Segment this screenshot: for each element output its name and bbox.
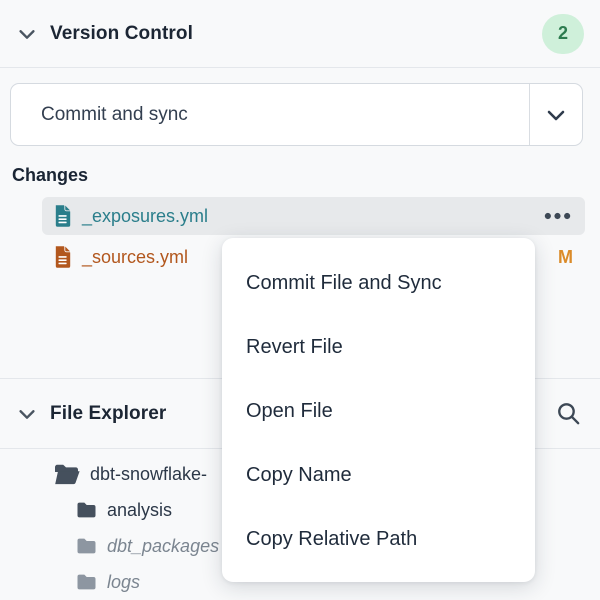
version-control-title: Version Control bbox=[50, 23, 193, 45]
changes-count-badge: 2 bbox=[542, 14, 584, 54]
folder-open-icon bbox=[54, 464, 80, 485]
menu-item-open-file[interactable]: Open File bbox=[222, 379, 535, 443]
tree-item-label[interactable]: dbt_packages bbox=[107, 536, 219, 557]
modified-status-badge: M bbox=[558, 247, 573, 268]
row-actions-ellipsis-icon[interactable] bbox=[542, 208, 573, 224]
folder-icon bbox=[76, 501, 97, 519]
file-name[interactable]: _exposures.yml bbox=[82, 206, 208, 227]
menu-item-copy-name[interactable]: Copy Name bbox=[222, 443, 535, 507]
tree-item-label[interactable]: dbt-snowflake- bbox=[90, 464, 207, 485]
tree-item-label[interactable]: logs bbox=[107, 572, 140, 593]
menu-item-copy-relative-path[interactable]: Copy Relative Path bbox=[222, 507, 535, 571]
folder-icon bbox=[76, 573, 97, 591]
tree-item-label[interactable]: analysis bbox=[107, 500, 172, 521]
yaml-file-icon bbox=[54, 205, 72, 227]
menu-item-commit-file-and-sync[interactable]: Commit File and Sync bbox=[222, 251, 535, 315]
file-explorer-title: File Explorer bbox=[50, 403, 166, 425]
menu-item-revert-file[interactable]: Revert File bbox=[222, 315, 535, 379]
folder-icon bbox=[76, 537, 97, 555]
chevron-down-icon[interactable] bbox=[16, 23, 38, 45]
file-name[interactable]: _sources.yml bbox=[82, 247, 188, 268]
chevron-down-icon[interactable] bbox=[16, 403, 38, 425]
chevron-down-icon bbox=[544, 103, 568, 127]
commit-sync-select[interactable]: Commit and sync bbox=[10, 83, 583, 146]
changes-label: Changes bbox=[12, 165, 88, 186]
search-icon[interactable] bbox=[553, 398, 584, 429]
changed-file-row-exposures[interactable]: _exposures.yml bbox=[42, 197, 585, 235]
commit-sync-selected-value[interactable]: Commit and sync bbox=[11, 84, 529, 145]
version-control-section-header[interactable]: Version Control 2 bbox=[0, 0, 600, 68]
commit-sync-dropdown-toggle[interactable] bbox=[529, 84, 582, 145]
yaml-file-icon bbox=[54, 246, 72, 268]
file-context-menu: Commit File and Sync Revert File Open Fi… bbox=[222, 238, 535, 582]
